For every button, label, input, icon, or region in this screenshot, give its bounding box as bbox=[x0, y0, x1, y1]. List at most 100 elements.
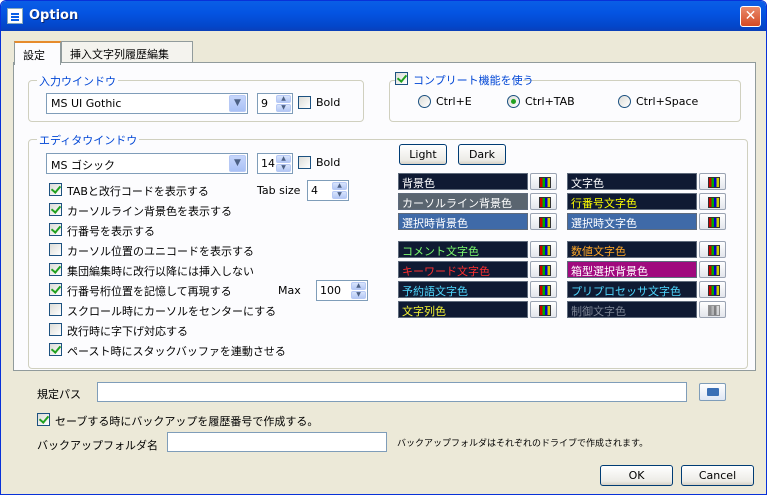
cancel-button[interactable]: Cancel bbox=[681, 465, 754, 486]
color-picker-icon[interactable] bbox=[530, 301, 557, 318]
radio-ctrl-space-label: Ctrl+Space bbox=[636, 95, 699, 108]
max-value: 100 bbox=[320, 284, 341, 297]
radio-dot[interactable] bbox=[418, 95, 431, 108]
color-setting-label: 数値文字色 bbox=[567, 241, 697, 258]
color-picker-icon bbox=[699, 301, 726, 318]
tab-insert-history[interactable]: 挿入文字列履歴編集 bbox=[61, 41, 193, 63]
input-font-select[interactable]: MS UI Gothic ▼ bbox=[46, 93, 248, 114]
checkbox-box[interactable] bbox=[298, 96, 311, 109]
checkbox-box[interactable] bbox=[49, 243, 62, 256]
color-setting: 箱型選択背景色 bbox=[567, 261, 726, 278]
option-label: スクロール時にカーソルをセンターにする bbox=[67, 305, 277, 318]
color-picker-icon[interactable] bbox=[699, 173, 726, 190]
color-setting-label: 制御文字色 bbox=[567, 301, 697, 318]
color-picker-icon[interactable] bbox=[530, 241, 557, 258]
backup-folder-input[interactable] bbox=[167, 432, 387, 452]
radio-dot[interactable] bbox=[507, 95, 520, 108]
checkbox-box[interactable] bbox=[49, 303, 62, 316]
title-bar[interactable]: Option ✕ bbox=[1, 1, 766, 31]
checkbox-box[interactable] bbox=[49, 283, 62, 296]
editor-bold-label: Bold bbox=[316, 156, 341, 169]
tab-size-value: 4 bbox=[311, 184, 318, 197]
max-stepper[interactable]: 100 ▲ ▼ bbox=[316, 280, 368, 301]
tab-size-label: Tab size bbox=[257, 184, 301, 197]
option-label: ペースト時にスタックバッファを連動させる bbox=[67, 345, 286, 358]
checkbox-box[interactable] bbox=[298, 156, 311, 169]
default-path-input[interactable] bbox=[97, 382, 687, 402]
color-setting: コメント文字色 bbox=[398, 241, 557, 258]
spin-up-icon[interactable]: ▲ bbox=[332, 182, 347, 190]
backup-checkbox-label: セーブする時にバックアップを履歴番号で作成する。 bbox=[55, 415, 319, 428]
folder-browse-button[interactable] bbox=[699, 383, 726, 401]
tab-settings[interactable]: 設定 bbox=[14, 41, 61, 65]
max-label: Max bbox=[278, 284, 301, 297]
ok-button[interactable]: OK bbox=[600, 465, 673, 486]
spin-up-icon[interactable]: ▲ bbox=[351, 282, 366, 290]
input-font-value: MS UI Gothic bbox=[51, 97, 122, 110]
tab-size-stepper[interactable]: 4 ▲ ▼ bbox=[307, 180, 349, 201]
option-label: カーソルライン背景色を表示する bbox=[67, 205, 232, 218]
color-setting: 制御文字色 bbox=[567, 301, 726, 318]
color-picker-icon[interactable] bbox=[699, 281, 726, 298]
spin-down-icon[interactable]: ▼ bbox=[276, 104, 291, 112]
default-path-label: 規定パス bbox=[37, 388, 81, 401]
chevron-down-icon[interactable]: ▼ bbox=[229, 95, 246, 112]
editor-size-stepper[interactable]: 14 ▲ ▼ bbox=[257, 153, 293, 174]
option-label: 行番号桁位置を記憶して再現する bbox=[67, 285, 232, 298]
color-picker-icon[interactable] bbox=[699, 241, 726, 258]
spin-up-icon[interactable]: ▲ bbox=[276, 155, 291, 163]
color-setting: プリプロセッサ文字色 bbox=[567, 281, 726, 298]
color-setting: 選択時背景色 bbox=[398, 213, 557, 230]
editor-window-title: エディタウインドウ bbox=[37, 132, 140, 148]
color-setting: 選択時文字色 bbox=[567, 213, 726, 230]
radio-ctrl-tab-label: Ctrl+TAB bbox=[525, 95, 575, 108]
checkbox-box[interactable] bbox=[49, 343, 62, 356]
checkbox-box[interactable] bbox=[49, 183, 62, 196]
spin-up-icon[interactable]: ▲ bbox=[276, 95, 291, 103]
checkbox-box[interactable] bbox=[49, 263, 62, 276]
color-setting-label: 箱型選択背景色 bbox=[567, 261, 697, 278]
editor-font-select[interactable]: MS ゴシック ▼ bbox=[46, 153, 248, 174]
checkbox-box[interactable] bbox=[395, 72, 408, 85]
color-picker-icon[interactable] bbox=[530, 193, 557, 210]
input-window-title: 入力ウインドウ bbox=[37, 73, 118, 89]
spin-down-icon[interactable]: ▼ bbox=[276, 164, 291, 172]
color-setting: 文字列色 bbox=[398, 301, 557, 318]
backup-folder-label: バックアップフォルダ名 bbox=[37, 439, 158, 452]
color-picker-icon[interactable] bbox=[530, 261, 557, 278]
light-theme-button[interactable]: Light bbox=[399, 144, 447, 165]
complete-checkbox[interactable]: コンプリート機能を使う bbox=[395, 71, 534, 87]
color-picker-icon[interactable] bbox=[699, 193, 726, 210]
spin-down-icon[interactable]: ▼ bbox=[351, 291, 366, 299]
spin-down-icon[interactable]: ▼ bbox=[332, 191, 347, 199]
input-size-value: 9 bbox=[261, 97, 268, 110]
radio-dot[interactable] bbox=[618, 95, 631, 108]
settings-panel: 入力ウインドウ MS UI Gothic ▼ 9 ▲ ▼ Bold コンプリート機… bbox=[13, 62, 756, 371]
checkbox-box[interactable] bbox=[49, 203, 62, 216]
color-picker-icon[interactable] bbox=[530, 173, 557, 190]
option-label: 集団編集時に改行以降には挿入しない bbox=[67, 265, 254, 278]
checkbox-box[interactable] bbox=[37, 413, 50, 426]
color-setting-label: 背景色 bbox=[398, 173, 528, 190]
color-picker-icon[interactable] bbox=[530, 213, 557, 230]
window-title: Option bbox=[29, 8, 79, 23]
input-size-stepper[interactable]: 9 ▲ ▼ bbox=[257, 93, 293, 114]
close-button[interactable]: ✕ bbox=[740, 6, 761, 27]
color-picker-icon[interactable] bbox=[530, 281, 557, 298]
option-label: 行番号を表示する bbox=[67, 225, 155, 238]
option-label: カーソル位置のユニコードを表示する bbox=[67, 245, 254, 258]
color-setting: 背景色 bbox=[398, 173, 557, 190]
option-label: TABと改行コードを表示する bbox=[67, 185, 209, 198]
complete-label: コンプリート機能を使う bbox=[413, 74, 534, 87]
dark-theme-button[interactable]: Dark bbox=[458, 144, 506, 165]
checkbox-box[interactable] bbox=[49, 223, 62, 236]
color-setting: 予約語文字色 bbox=[398, 281, 557, 298]
color-picker-icon[interactable] bbox=[699, 261, 726, 278]
color-picker-icon[interactable] bbox=[699, 213, 726, 230]
app-icon bbox=[7, 8, 23, 24]
color-setting: 行番号文字色 bbox=[567, 193, 726, 210]
option-dialog: Option ✕ 設定 挿入文字列履歴編集 入力ウインドウ MS UI Goth… bbox=[0, 0, 767, 495]
chevron-down-icon[interactable]: ▼ bbox=[229, 155, 246, 172]
editor-font-value: MS ゴシック bbox=[51, 159, 115, 172]
checkbox-box[interactable] bbox=[49, 323, 62, 336]
